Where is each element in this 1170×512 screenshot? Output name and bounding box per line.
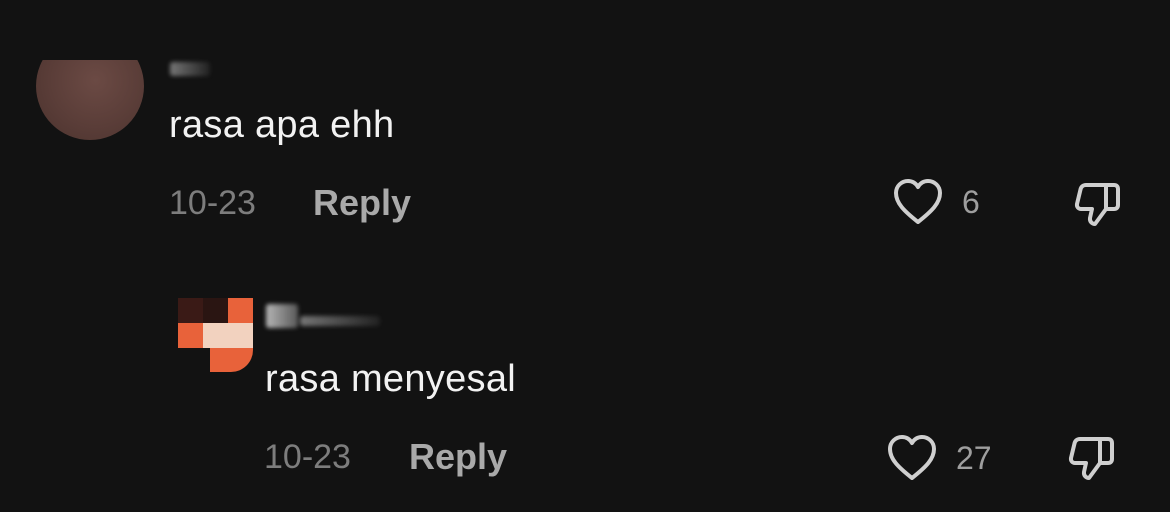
thumbs-down-icon: [1066, 434, 1118, 482]
dislike-button[interactable]: [1072, 180, 1124, 228]
comment-date: 10-23: [169, 184, 256, 222]
comment-date: 10-23: [264, 438, 351, 476]
username-redacted: [170, 62, 210, 76]
like-button[interactable]: 6: [892, 178, 980, 226]
username-redacted-tail: [300, 316, 380, 326]
comment-text: rasa menyesal: [265, 358, 517, 400]
username-redacted: [266, 304, 298, 328]
reply-button[interactable]: Reply: [313, 182, 411, 224]
comment-text: rasa apa ehh: [169, 104, 395, 146]
heart-outline-icon: [892, 178, 944, 226]
like-count: 6: [962, 183, 980, 220]
like-count: 27: [956, 439, 992, 476]
dislike-button[interactable]: [1066, 434, 1118, 482]
like-button[interactable]: 27: [886, 434, 992, 482]
reply-button[interactable]: Reply: [409, 436, 507, 478]
heart-outline-icon: [886, 434, 938, 482]
avatar[interactable]: [178, 298, 256, 376]
thumbs-down-icon: [1072, 180, 1124, 228]
avatar[interactable]: [36, 60, 144, 140]
